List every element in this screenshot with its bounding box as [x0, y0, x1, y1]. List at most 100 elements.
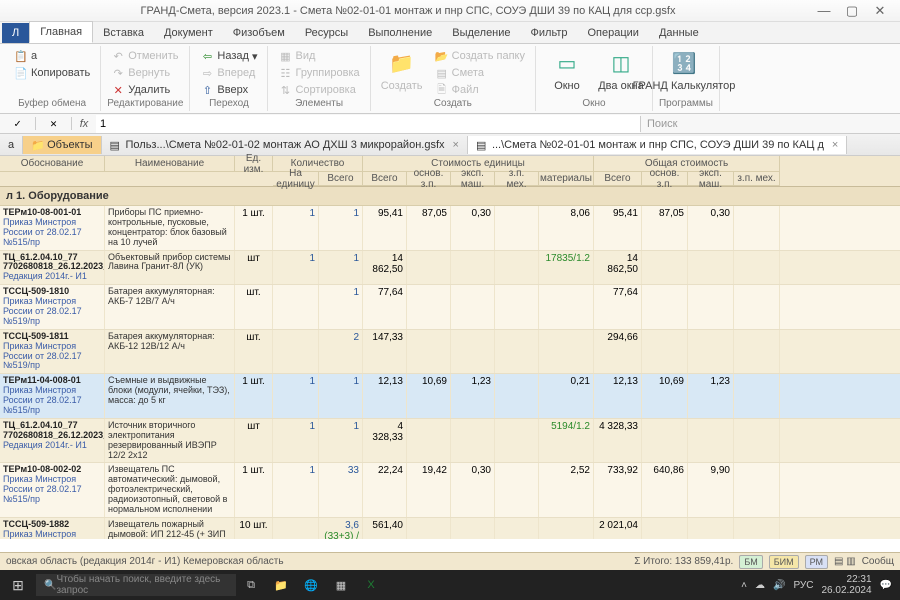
tab-resources[interactable]: Ресурсы: [295, 23, 358, 43]
col-qty-unit[interactable]: На единицу: [273, 172, 319, 186]
file-icon: 🗎: [435, 83, 449, 97]
table-row[interactable]: ТЕРм10-08-001-01Приказ Минстроя России о…: [0, 206, 900, 251]
table-row[interactable]: ТССЦ-509-1810Приказ Минстроя России от 2…: [0, 285, 900, 330]
tab-filter[interactable]: Фильтр: [521, 23, 578, 43]
create-estimate-button[interactable]: ▤Смета: [431, 65, 529, 81]
table-row[interactable]: ТЦ_61.2.04.10_777702680818_26.12.2023_02…: [0, 251, 900, 286]
group-clipboard: Буфер обмена: [10, 98, 94, 109]
badge-bm[interactable]: БМ: [739, 555, 762, 569]
create-file-button[interactable]: 🗎Файл: [431, 82, 529, 98]
copy-icon: 📄: [14, 66, 28, 80]
view-icon: ▦: [278, 49, 292, 63]
clock[interactable]: 22:3126.02.2024: [821, 574, 871, 596]
tab-phys[interactable]: Физобъем: [223, 23, 295, 43]
group-view: Элементы: [274, 98, 363, 109]
badge-pm[interactable]: РМ: [805, 555, 828, 569]
cell-cancel[interactable]: ✕: [36, 117, 72, 130]
calculator-button[interactable]: 🔢ГРАНД Калькулятор: [659, 48, 709, 93]
close-icon[interactable]: ×: [832, 139, 838, 151]
col-tmex[interactable]: з.п. мех.: [734, 172, 780, 186]
col-mat[interactable]: материалы: [539, 172, 594, 186]
sort-button[interactable]: ⇅Сортировка: [274, 82, 363, 98]
col-mex[interactable]: з.п. мех.: [495, 172, 539, 186]
col-tvsego[interactable]: Всего: [594, 172, 642, 186]
close-icon[interactable]: ×: [453, 139, 459, 151]
create-icon: 📁: [388, 49, 416, 77]
col-tosn[interactable]: основ. з.п.: [642, 172, 688, 186]
col-eksp[interactable]: эксп. маш.: [451, 172, 495, 186]
create-folder-button[interactable]: 📂Создать папку: [431, 48, 529, 64]
copy-button[interactable]: 📄Копировать: [10, 65, 94, 81]
notifications-icon[interactable]: 💬: [880, 580, 892, 591]
filetab-home[interactable]: a: [0, 136, 23, 154]
app-icon[interactable]: ▦: [326, 579, 356, 592]
col-unit[interactable]: Ед. изм.: [235, 156, 273, 172]
filetab-doc1[interactable]: ▤Польз...\Смета №02-01-02 монтаж АО ДХШ …: [102, 136, 468, 154]
table-row[interactable]: ТЦ_61.2.04.10_777702680818_26.12.2023_02…: [0, 419, 900, 464]
excel-icon[interactable]: X: [356, 579, 386, 591]
tray-up-icon[interactable]: ˄: [741, 580, 747, 591]
close-button[interactable]: ✕: [866, 3, 894, 19]
col-obos[interactable]: Обоснование: [0, 156, 105, 172]
chrome-icon[interactable]: 🌐: [296, 579, 326, 592]
tab-select[interactable]: Выделение: [442, 23, 520, 43]
col-vsego[interactable]: Всего: [363, 172, 407, 186]
paste-button[interactable]: 📋а: [10, 48, 94, 64]
taskview-icon[interactable]: ⧉: [236, 579, 266, 592]
col-osn[interactable]: основ. з.п.: [407, 172, 451, 186]
taskbar: ⊞ 🔍 Чтобы начать поиск, введите здесь за…: [0, 570, 900, 600]
tab-insert[interactable]: Вставка: [93, 23, 154, 43]
back-icon: ⇦: [200, 49, 214, 63]
cloud-icon[interactable]: ☁: [755, 580, 765, 591]
taskbar-search[interactable]: 🔍 Чтобы начать поиск, введите здесь запр…: [36, 574, 236, 596]
undo-button[interactable]: ↶Отменить: [107, 48, 183, 64]
table-row[interactable]: ТЕРм10-08-002-02Приказ Минстроя России о…: [0, 463, 900, 517]
file-tab[interactable]: Л: [2, 23, 29, 43]
group-button[interactable]: ☷Группировка: [274, 65, 363, 81]
forward-button[interactable]: ⇨Вперед: [196, 65, 261, 81]
redo-icon: ↷: [111, 66, 125, 80]
tab-data[interactable]: Данные: [649, 23, 709, 43]
col-qty-total[interactable]: Всего: [319, 172, 363, 186]
redo-button[interactable]: ↷Вернуть: [107, 65, 183, 81]
calculator-icon: 🔢: [670, 49, 698, 77]
tab-ops[interactable]: Операции: [577, 23, 648, 43]
table-row[interactable]: ТЕРм11-04-008-01Приказ Минстроя России о…: [0, 374, 900, 419]
messages-label[interactable]: Сообщ: [862, 556, 894, 567]
tab-exec[interactable]: Выполнение: [358, 23, 442, 43]
search-input[interactable]: Поиск: [640, 116, 900, 132]
col-name[interactable]: Наименование: [105, 156, 235, 172]
cell-ref[interactable]: ✓: [0, 117, 36, 130]
table-row[interactable]: ТССЦ-509-1882Приказ Минстроя России от 2…: [0, 518, 900, 539]
lang-indicator[interactable]: РУС: [793, 580, 813, 591]
minimize-button[interactable]: —: [810, 3, 838, 18]
col-teksp[interactable]: эксп. маш.: [688, 172, 734, 186]
grid-body[interactable]: л 1. Оборудование ТЕРм10-08-001-01Приказ…: [0, 187, 900, 539]
filetab-objects[interactable]: 📁Объекты: [23, 136, 101, 154]
one-window-button[interactable]: ▭Окно: [542, 48, 592, 93]
doc-icon: ▤: [476, 139, 488, 151]
tab-document[interactable]: Документ: [154, 23, 223, 43]
tab-main[interactable]: Главная: [29, 21, 93, 43]
group-edit: Редактирование: [107, 98, 183, 109]
badge-bim[interactable]: БИМ: [769, 555, 799, 569]
back-button[interactable]: ⇦Назад ▾: [196, 48, 261, 64]
table-row[interactable]: ТССЦ-509-1811Приказ Минстроя России от 2…: [0, 330, 900, 375]
up-button[interactable]: ⇧Вверх: [196, 82, 261, 98]
grid-header: Обоснование Наименование Ед. изм. Количе…: [0, 156, 900, 187]
section-header[interactable]: л 1. Оборудование: [0, 187, 900, 206]
ribbon: 📋а 📄Копировать Буфер обмена ↶Отменить ↷В…: [0, 44, 900, 114]
filetab-doc2[interactable]: ▤...\Смета №02-01-01 монтаж и пнр СПС, С…: [468, 136, 847, 154]
fx-label: fx: [72, 118, 96, 130]
volume-icon[interactable]: 🔊: [773, 580, 785, 591]
explorer-icon[interactable]: 📁: [266, 579, 296, 592]
col-total[interactable]: Общая стоимость: [594, 156, 780, 172]
up-icon: ⇧: [200, 83, 214, 97]
create-button[interactable]: 📁Создать: [377, 48, 427, 98]
view-button[interactable]: ▦Вид: [274, 48, 363, 64]
maximize-button[interactable]: ▢: [838, 3, 866, 19]
formula-bar: ✓ ✕ fx Поиск: [0, 114, 900, 134]
formula-input[interactable]: [96, 115, 640, 133]
start-button[interactable]: ⊞: [0, 577, 36, 594]
delete-button[interactable]: ✕Удалить: [107, 82, 183, 98]
